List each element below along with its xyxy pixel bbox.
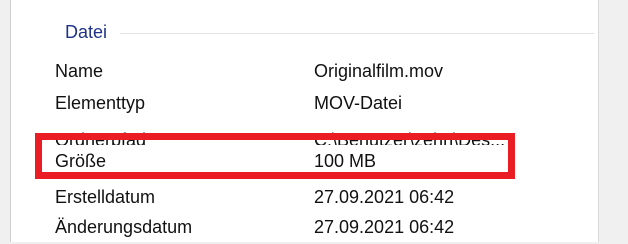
property-row-folder-path[interactable]: Ordnerpfad C:\Benutzer\zehn\Des... <box>55 127 590 145</box>
property-value[interactable]: C:\Benutzer\zehn\Des... <box>314 130 505 145</box>
property-value[interactable]: 27.09.2021 06:42 <box>314 217 454 238</box>
property-row-name[interactable]: Name Originalfilm.mov <box>55 56 590 88</box>
group-divider <box>120 33 594 34</box>
property-value[interactable]: 27.09.2021 06:42 <box>314 187 454 208</box>
property-row-modified[interactable]: Änderungsdatum 27.09.2021 06:42 <box>55 212 590 244</box>
property-row-size[interactable]: Größe 100 MB <box>55 146 590 178</box>
group-title: Datei <box>65 22 108 42</box>
property-row-created[interactable]: Erstelldatum 27.09.2021 06:42 <box>55 182 590 214</box>
property-row-type[interactable]: Elementtyp MOV-Datei <box>55 88 590 120</box>
property-value: 100 MB <box>314 151 377 171</box>
property-value[interactable]: Originalfilm.mov <box>314 61 443 82</box>
left-pane-edge <box>0 0 10 242</box>
property-label: Elementtyp <box>55 93 146 113</box>
property-label: Größe <box>55 151 107 171</box>
vertical-scrollbar[interactable] <box>599 0 628 242</box>
property-value: MOV-Datei <box>314 93 403 113</box>
property-label: Erstelldatum <box>55 187 156 207</box>
group-header-file[interactable]: Datei <box>54 18 594 48</box>
property-label: Ordnerpfad <box>55 130 147 145</box>
property-label: Änderungsdatum <box>55 217 193 237</box>
property-label: Name <box>55 61 104 81</box>
